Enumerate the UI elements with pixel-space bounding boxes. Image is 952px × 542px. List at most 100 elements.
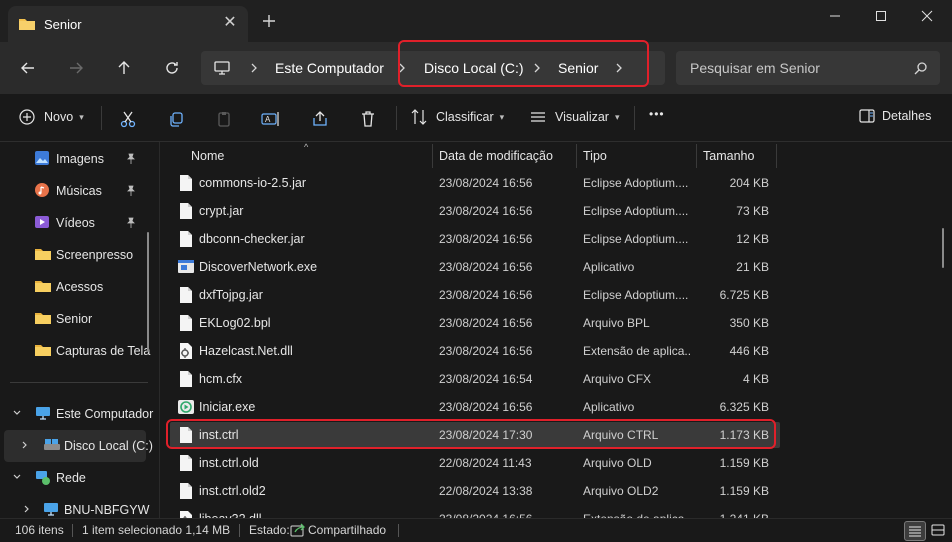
rename-icon[interactable]: A [261, 109, 281, 129]
file-row[interactable]: inst.ctrl.old2 22/08/2024 13:38 Arquivo OL… [170, 478, 780, 504]
paste-icon[interactable] [214, 109, 234, 129]
file-row[interactable]: crypt.jar 23/08/2024 16:56 Eclipse Adoptiu… [170, 198, 780, 224]
forward-button[interactable] [64, 56, 88, 80]
sidebar-item-imagens[interactable]: Imagens [0, 143, 150, 175]
sidebar-item-rede[interactable]: Rede [0, 462, 150, 494]
file-type: Eclipse Adoptium.... [583, 204, 689, 218]
sidebar-item-label: Acessos [56, 280, 104, 294]
navigation-pane: Imagens Músicas Vídeos Screenpresso Aces… [0, 142, 160, 520]
column-divider[interactable] [576, 144, 577, 168]
share-icon[interactable] [310, 109, 330, 129]
file-size: 21 KB [736, 260, 769, 274]
file-icon [178, 202, 194, 220]
file-size: 4 KB [742, 372, 769, 386]
state-value: Compartilhado [308, 523, 387, 537]
sidebar-item-label: Disco Local (C:) [64, 439, 153, 453]
column-header-date[interactable]: Data de modificação [439, 149, 553, 163]
file-row[interactable]: Iniciar.exe 23/08/2024 16:56 Aplicativo 6.3… [170, 394, 780, 420]
file-date: 23/08/2024 16:56 [439, 316, 533, 330]
maximize-button[interactable] [858, 0, 904, 32]
status-divider [398, 524, 399, 537]
file-date: 23/08/2024 16:56 [439, 176, 533, 190]
highlight-box-breadcrumbs [398, 40, 649, 87]
copy-icon[interactable] [166, 109, 186, 129]
file-type: Extensão de aplica... [583, 344, 691, 358]
file-date: 23/08/2024 16:56 [439, 232, 533, 246]
file-row[interactable]: EKLog02.bpl 23/08/2024 16:56 Arquivo BPL 35… [170, 310, 780, 336]
file-row[interactable]: dbconn-checker.jar 23/08/2024 16:56 Eclips… [170, 226, 780, 252]
file-name: dxfTojpg.jar [199, 288, 263, 302]
delete-icon[interactable] [358, 109, 378, 129]
chevron-right-icon[interactable] [20, 440, 30, 450]
sidebar-item-este-computador[interactable]: Este Computador [0, 398, 153, 430]
file-type: Arquivo OLD2 [583, 484, 659, 498]
chevron-down-icon[interactable] [12, 408, 22, 418]
view-button[interactable]: Visualizar ▾ [529, 108, 620, 126]
details-button[interactable]: Detalhes [858, 108, 931, 124]
computer-icon [43, 502, 59, 516]
file-date: 23/08/2024 16:56 [439, 288, 533, 302]
sidebar-item-screenpresso[interactable]: Screenpresso [0, 239, 150, 271]
column-divider[interactable] [432, 144, 433, 168]
sidebar-scrollbar[interactable] [147, 232, 149, 352]
close-tab-icon[interactable]: ✕ [222, 15, 238, 31]
file-name: inst.ctrl.old [199, 456, 259, 470]
up-button[interactable] [112, 56, 136, 80]
chevron-down-icon[interactable] [12, 472, 22, 482]
file-icon [178, 454, 194, 472]
sidebar-item-videos[interactable]: Vídeos [0, 207, 150, 239]
sidebar-item-capturas-de-tela[interactable]: Capturas de Tela [0, 335, 150, 367]
file-row[interactable]: Hazelcast.Net.dll 23/08/2024 16:56 Extensã… [170, 338, 780, 364]
more-options-button[interactable]: ••• [649, 107, 665, 121]
search-input[interactable]: Pesquisar em Senior [676, 51, 940, 85]
column-header-size[interactable]: Tamanho [703, 149, 754, 163]
new-tab-button[interactable] [262, 14, 276, 28]
file-date: 22/08/2024 11:43 [439, 456, 532, 470]
refresh-button[interactable] [160, 56, 184, 80]
search-placeholder: Pesquisar em Senior [690, 60, 820, 76]
file-row[interactable]: hcm.cfx 23/08/2024 16:54 Arquivo CFX 4 KB [170, 366, 780, 392]
shared-icon [290, 523, 306, 537]
sidebar-divider [10, 382, 148, 383]
minimize-button[interactable] [812, 0, 858, 32]
state-label: Estado: [249, 523, 290, 537]
tab-senior[interactable]: Senior ✕ [8, 6, 248, 42]
sidebar-item-label: Screenpresso [56, 248, 134, 262]
column-header-name[interactable]: Nome [191, 149, 224, 163]
list-scrollbar[interactable] [942, 228, 944, 268]
column-divider[interactable] [776, 144, 777, 168]
sidebar-item-bnu-nbfgyw[interactable]: BNU-NBFGYW [0, 494, 150, 520]
sidebar-item-senior[interactable]: Senior [0, 303, 150, 335]
sidebar-item-disco-local[interactable]: Disco Local (C:) [4, 430, 153, 462]
file-date: 23/08/2024 16:56 [439, 400, 533, 414]
chevron-down-icon: ▾ [614, 111, 620, 122]
details-view-button[interactable] [904, 521, 926, 541]
file-row[interactable]: dxfTojpg.jar 23/08/2024 16:56 Eclipse Adop… [170, 282, 780, 308]
file-row[interactable]: commons-io-2.5.jar 23/08/2024 16:56 Eclips… [170, 170, 780, 196]
back-button[interactable] [16, 56, 40, 80]
sidebar-item-label: Rede [56, 471, 86, 485]
toolbar-divider [396, 106, 397, 130]
chevron-right-icon[interactable] [22, 504, 32, 514]
column-divider[interactable] [696, 144, 697, 168]
status-divider [72, 524, 73, 537]
file-name: DiscoverNetwork.exe [199, 260, 318, 274]
breadcrumb-este-computador[interactable]: Este Computador [275, 60, 384, 76]
file-icon [178, 174, 194, 192]
sort-button[interactable]: Classificar ▾ [410, 108, 504, 126]
folder-icon [18, 16, 36, 32]
cut-icon[interactable] [118, 109, 138, 129]
sidebar-item-acessos[interactable]: Acessos [0, 271, 150, 303]
new-label: Novo [44, 110, 74, 124]
pin-icon [126, 217, 136, 228]
sidebar-item-label: Senior [56, 312, 93, 326]
file-row[interactable]: inst.ctrl.old 22/08/2024 11:43 Arquivo OLD… [170, 450, 780, 476]
chevron-right-icon [249, 62, 259, 74]
file-size: 350 KB [729, 316, 769, 330]
file-row[interactable]: DiscoverNetwork.exe 23/08/2024 16:56 Aplic… [170, 254, 780, 280]
new-button[interactable]: Novo ▾ [18, 108, 84, 126]
tiles-view-button[interactable] [928, 521, 948, 539]
close-window-button[interactable] [904, 0, 950, 32]
sidebar-item-musicas[interactable]: Músicas [0, 175, 150, 207]
column-header-type[interactable]: Tipo [583, 149, 607, 163]
